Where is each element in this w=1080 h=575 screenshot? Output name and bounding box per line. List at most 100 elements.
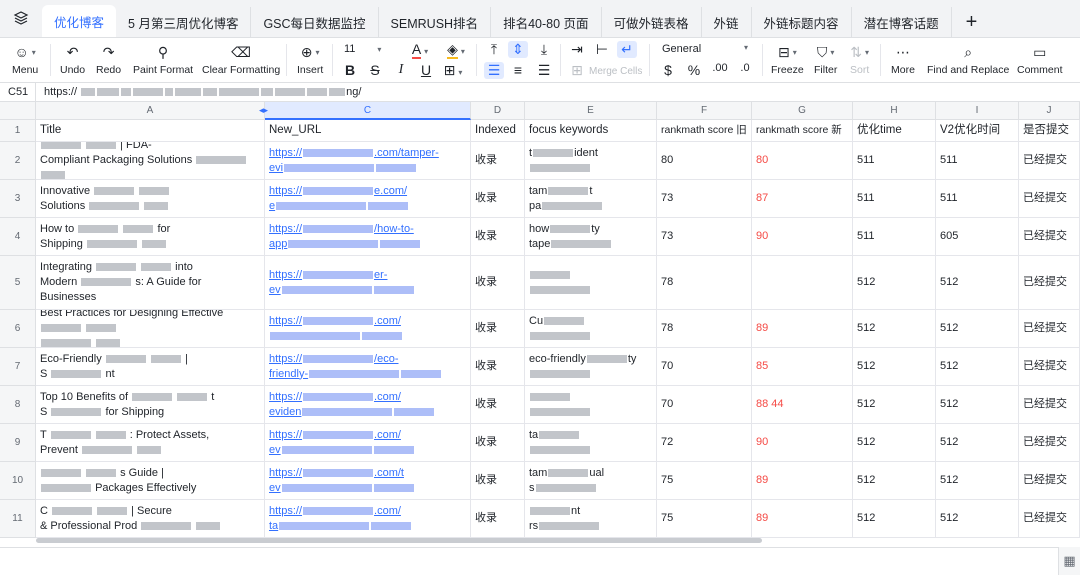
strikethrough-icon[interactable]: S [365,62,385,78]
url-cell[interactable]: https://e.com/e [265,180,471,218]
indexed-cell[interactable]: 收录 [471,218,525,256]
number-format-select[interactable]: General ▾ [662,43,748,55]
column-resize-handle[interactable]: ◂▸ [259,105,268,116]
select-all-corner[interactable] [0,102,36,120]
clear-formatting-button[interactable]: ⌫ Clear Formatting [202,42,280,77]
header-cell-v2-time[interactable]: V2优化时间 [936,120,1019,142]
insert-button[interactable]: ⊕ ▾ Insert [297,42,323,77]
v2-time-cell[interactable]: 512 [936,462,1019,500]
row-header[interactable]: 8 [0,386,36,424]
row-header[interactable]: 2 [0,142,36,180]
score-new-cell[interactable]: 85 [752,348,853,386]
header-cell-title[interactable]: Title [36,120,265,142]
keyword-cell[interactable]: how ty tape [525,218,657,256]
add-sheet-button[interactable]: + [952,7,992,37]
score-old-cell[interactable]: 72 [657,424,752,462]
title-cell[interactable]: C | Secure & Professional Prod [36,500,265,538]
indexed-cell[interactable]: 收录 [471,142,525,180]
tab-sheet-9[interactable]: 潜在博客话题 [852,7,952,37]
v2-time-cell[interactable]: 512 [936,386,1019,424]
keyword-cell[interactable]: nt rs [525,500,657,538]
v2-time-cell[interactable]: 512 [936,500,1019,538]
optimize-time-cell[interactable]: 511 [853,218,936,256]
title-cell[interactable]: Eco-Friendly | S nt [36,348,265,386]
keyword-cell[interactable] [525,256,657,310]
optimize-time-cell[interactable]: 512 [853,424,936,462]
tab-sheet-3[interactable]: GSC每日数据监控 [251,7,379,37]
menu-button[interactable]: ☺ ▾ Menu [12,42,38,76]
column-header-e[interactable]: E [525,102,657,120]
tab-sheet-6[interactable]: 可做外链表格 [602,7,702,37]
title-cell[interactable]: T : Protect Assets, Prevent [36,424,265,462]
fill-color-icon[interactable]: ◈ ▾ [446,41,466,59]
percent-format-button[interactable]: % [684,62,704,78]
column-header-a[interactable]: A [36,102,265,120]
header-cell-score-old[interactable]: rankmath score 旧 [657,120,752,142]
indexed-cell[interactable]: 收录 [471,424,525,462]
submitted-cell[interactable]: 已经提交 [1019,310,1080,348]
indexed-cell[interactable]: 收录 [471,348,525,386]
title-cell[interactable]: Top 10 Benefits of tS for Shipping [36,386,265,424]
title-cell[interactable]: How to for Shipping [36,218,265,256]
url-cell[interactable]: https://.com/t ev [265,462,471,500]
score-old-cell[interactable]: 73 [657,180,752,218]
bold-icon[interactable]: B [340,62,360,78]
keyword-cell[interactable]: t ident [525,142,657,180]
redo-button[interactable]: ↷ Redo [96,42,121,77]
score-old-cell[interactable]: 70 [657,348,752,386]
header-cell-new-url[interactable]: New_URL [265,120,471,142]
increase-decimal-icon[interactable]: .0 [735,62,755,74]
more-button[interactable]: ⋯ More [891,42,915,77]
url-cell[interactable]: https://er-ev [265,256,471,310]
text-clip-icon[interactable]: ⊢ [592,41,612,58]
keyword-cell[interactable] [525,386,657,424]
submitted-cell[interactable]: 已经提交 [1019,218,1080,256]
column-header-h[interactable]: H [853,102,936,120]
filter-button[interactable]: ⛉ ▾ Filter [814,42,837,77]
cell-reference[interactable]: C51 [0,83,36,101]
optimize-time-cell[interactable]: 512 [853,348,936,386]
title-cell[interactable]: | FDA- Compliant Packaging Solutions [36,142,265,180]
submitted-cell[interactable]: 已经提交 [1019,424,1080,462]
indexed-cell[interactable]: 收录 [471,256,525,310]
grid-view-icon[interactable]: ▦ [1058,547,1080,575]
formula-input[interactable]: https:// ng/ [36,86,361,98]
text-overflow-icon[interactable]: ⇥ [567,41,587,58]
header-cell-submitted[interactable]: 是否提交 [1019,120,1080,142]
submitted-cell[interactable]: 已经提交 [1019,500,1080,538]
submitted-cell[interactable]: 已经提交 [1019,348,1080,386]
url-cell[interactable]: https://.com/ [265,310,471,348]
keyword-cell[interactable]: eco-friendly ty [525,348,657,386]
score-new-cell[interactable] [752,256,853,310]
horizontal-scrollbar[interactable] [36,538,762,543]
url-cell[interactable]: https://.com/ev [265,424,471,462]
score-new-cell[interactable]: 89 [752,310,853,348]
align-left-icon[interactable]: ☰ [484,62,504,79]
submitted-cell[interactable]: 已经提交 [1019,256,1080,310]
submitted-cell[interactable]: 已经提交 [1019,386,1080,424]
align-center-icon[interactable]: ≡ [508,62,528,78]
v2-time-cell[interactable]: 512 [936,256,1019,310]
optimize-time-cell[interactable]: 512 [853,386,936,424]
submitted-cell[interactable]: 已经提交 [1019,462,1080,500]
url-cell[interactable]: https://.com/tamper-evi [265,142,471,180]
submitted-cell[interactable]: 已经提交 [1019,180,1080,218]
optimize-time-cell[interactable]: 512 [853,500,936,538]
score-new-cell[interactable]: 80 [752,142,853,180]
underline-icon[interactable]: U [416,62,436,78]
align-middle-icon[interactable]: ⇕ [508,41,528,58]
url-cell[interactable]: https:///eco-friendly- [265,348,471,386]
submitted-cell[interactable]: 已经提交 [1019,142,1080,180]
row-header[interactable]: 3 [0,180,36,218]
header-cell-indexed[interactable]: Indexed [471,120,525,142]
tab-sheet-8[interactable]: 外链标题内容 [752,7,852,37]
align-top-icon[interactable]: ⤒ [484,41,504,58]
v2-time-cell[interactable]: 512 [936,310,1019,348]
undo-button[interactable]: ↶ Undo [60,42,85,77]
url-cell[interactable]: https://.com/ta [265,500,471,538]
v2-time-cell[interactable]: 511 [936,142,1019,180]
optimize-time-cell[interactable]: 512 [853,462,936,500]
column-header-g[interactable]: G [752,102,853,120]
italic-icon[interactable]: I [391,62,411,78]
column-header-f[interactable]: F [657,102,752,120]
